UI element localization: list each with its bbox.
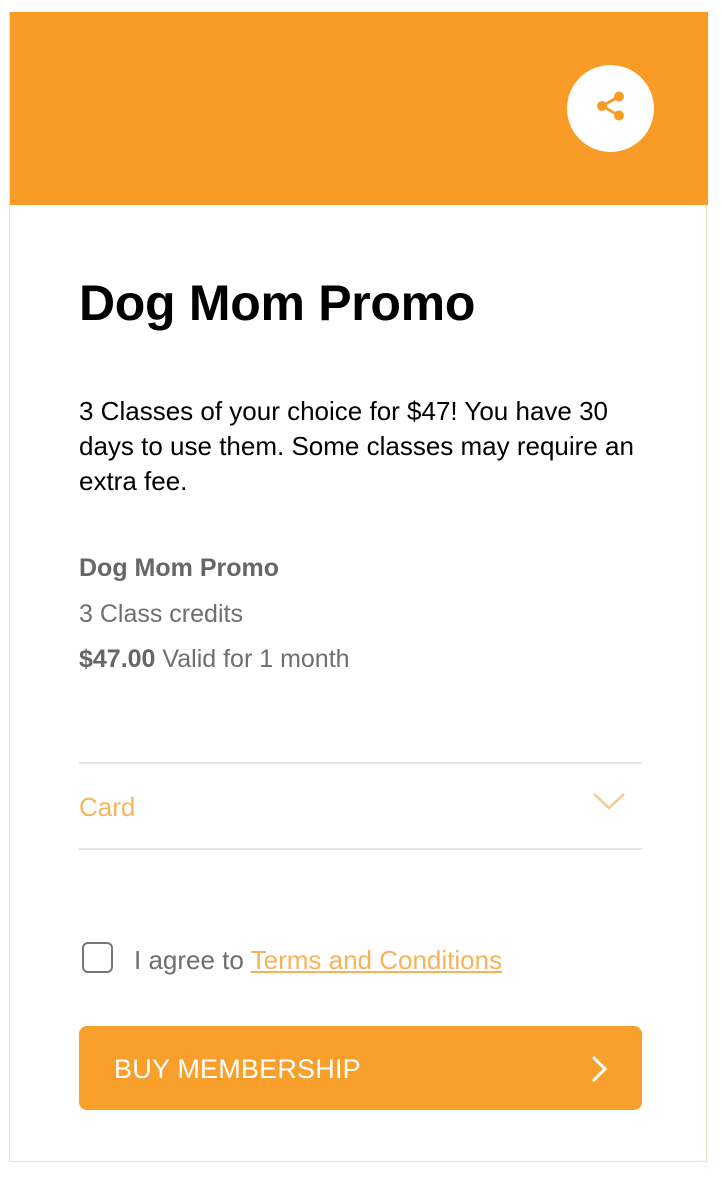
page-title: Dog Mom Promo (79, 275, 476, 331)
price: $47.00 (79, 645, 156, 673)
chevron-down-icon (592, 792, 626, 817)
terms-checkbox[interactable] (82, 942, 113, 973)
chevron-right-icon (589, 1054, 609, 1089)
buy-membership-label: BUY MEMBERSHIP (114, 1054, 361, 1084)
class-credits: 3 Class credits (79, 600, 243, 628)
buy-membership-button[interactable]: BUY MEMBERSHIP (79, 1026, 642, 1110)
share-icon (593, 88, 629, 129)
card-header (10, 12, 708, 205)
detail-name: Dog Mom Promo (79, 554, 279, 582)
payment-method-value: Card (79, 792, 136, 822)
terms-agreement: I agree to Terms and Conditions (134, 945, 502, 976)
price-row: $47.00 Valid for 1 month (79, 645, 350, 674)
share-button[interactable] (567, 65, 654, 152)
membership-description: 3 Classes of your choice for $47! You ha… (79, 396, 634, 496)
terms-link[interactable]: Terms and Conditions (251, 945, 502, 975)
validity: Valid for 1 month (162, 645, 350, 673)
payment-method-select[interactable]: Card (79, 762, 642, 850)
agree-prefix: I agree to (134, 945, 244, 975)
membership-card: Dog Mom Promo 3 Classes of your choice f… (9, 12, 708, 1162)
